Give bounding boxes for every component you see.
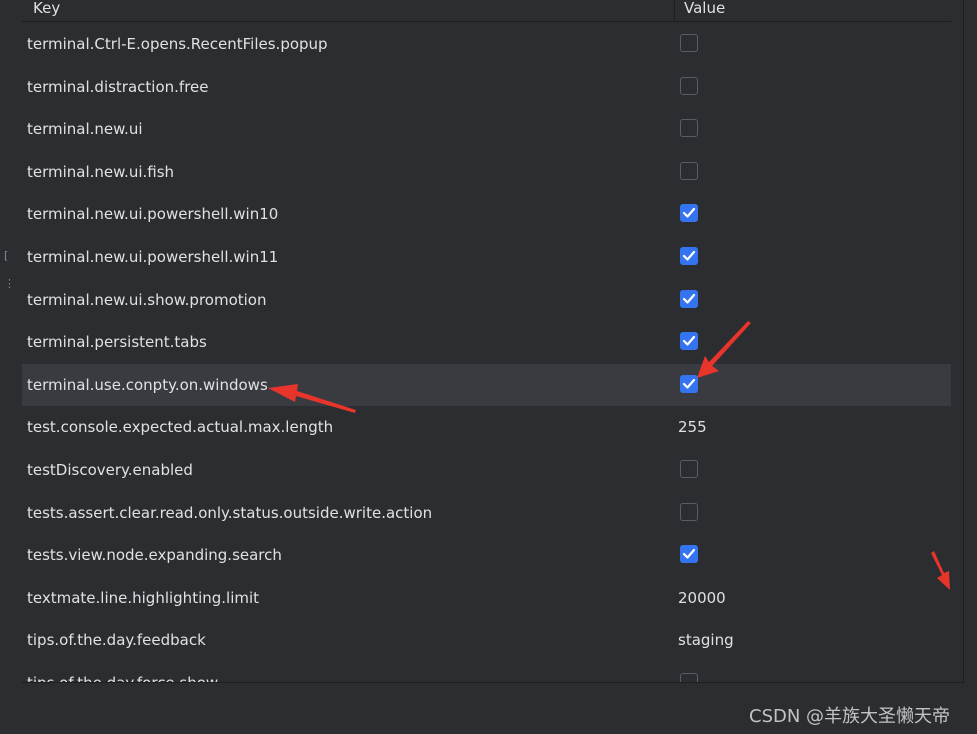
table-header: Key Value	[22, 0, 951, 22]
row-key: tests.view.node.expanding.search	[27, 546, 282, 564]
row-value[interactable]: staging	[678, 619, 734, 661]
row-key: tips.of.the.day.feedback	[27, 631, 206, 649]
gutter-drag-handle-icon[interactable]: ⋮	[4, 278, 15, 289]
registry-table: Key Value terminal.Ctrl-E.opens.RecentFi…	[22, 0, 964, 683]
row-key: terminal.new.ui.show.promotion	[27, 291, 267, 309]
row-key: terminal.Ctrl-E.opens.RecentFiles.popup	[27, 35, 328, 53]
checkmark-icon	[682, 207, 696, 218]
table-row[interactable]: testDiscovery.enabled	[22, 449, 951, 491]
row-key: terminal.use.conpty.on.windows	[27, 376, 268, 394]
row-key: terminal.persistent.tabs	[27, 333, 207, 351]
value-checkbox[interactable]	[680, 460, 698, 478]
table-row[interactable]: terminal.new.ui	[22, 108, 951, 150]
table-row[interactable]: tips.of.the.day.force.show	[22, 662, 951, 683]
table-row[interactable]: terminal.distraction.free	[22, 66, 951, 108]
row-key: terminal.new.ui.fish	[27, 163, 175, 181]
value-checkbox-checked[interactable]	[680, 290, 698, 308]
value-checkbox-checked[interactable]	[680, 204, 698, 222]
value-checkbox[interactable]	[680, 503, 698, 521]
column-header-key[interactable]: Key	[33, 0, 60, 21]
value-checkbox[interactable]	[680, 673, 698, 682]
row-value[interactable]: 20000	[678, 577, 726, 619]
checkmark-icon	[682, 293, 696, 304]
checkmark-icon	[682, 335, 696, 346]
row-value[interactable]: 255	[678, 406, 707, 448]
row-key: tests.assert.clear.read.only.status.outs…	[27, 504, 433, 522]
value-checkbox[interactable]	[680, 162, 698, 180]
table-row[interactable]: terminal.new.ui.show.promotion	[22, 279, 951, 321]
value-checkbox-checked[interactable]	[680, 332, 698, 350]
column-header-value[interactable]: Value	[684, 0, 725, 21]
row-key: test.console.expected.actual.max.length	[27, 418, 334, 436]
value-checkbox-checked[interactable]	[680, 375, 698, 393]
row-key: testDiscovery.enabled	[27, 461, 193, 479]
table-row[interactable]: terminal.Ctrl-E.opens.RecentFiles.popup	[22, 23, 951, 65]
value-checkbox-checked[interactable]	[680, 247, 698, 265]
table-row[interactable]: terminal.persistent.tabs	[22, 321, 951, 363]
value-checkbox[interactable]	[680, 34, 698, 52]
checkmark-icon	[682, 378, 696, 389]
row-key: terminal.new.ui	[27, 120, 143, 138]
table-row[interactable]: tips.of.the.day.feedback staging	[22, 619, 951, 661]
table-row[interactable]: test.console.expected.actual.max.length 2…	[22, 406, 951, 448]
value-checkbox[interactable]	[680, 77, 698, 95]
checkmark-icon	[682, 250, 696, 261]
watermark: CSDN @羊族大圣懒天帝	[749, 706, 951, 727]
value-checkbox[interactable]	[680, 119, 698, 137]
row-key: terminal.new.ui.powershell.win10	[27, 205, 279, 223]
table-row[interactable]: tests.view.node.expanding.search	[22, 534, 951, 576]
table-row[interactable]: textmate.line.highlighting.limit 20000	[22, 577, 951, 619]
left-gutter: [ ⋮	[0, 0, 22, 734]
row-key: tips.of.the.day.force.show	[27, 674, 219, 683]
table-row[interactable]: terminal.new.ui.fish	[22, 151, 951, 193]
column-separator[interactable]	[674, 0, 675, 21]
table-row[interactable]: terminal.new.ui.powershell.win10	[22, 193, 951, 235]
registry-window: [ ⋮ Key Value terminal.Ctrl-E.opens.Rece…	[0, 0, 977, 734]
gutter-bracket-icon: [	[4, 249, 9, 262]
table-row[interactable]: terminal.new.ui.powershell.win11	[22, 236, 951, 278]
row-key: terminal.new.ui.powershell.win11	[27, 248, 279, 266]
row-key: textmate.line.highlighting.limit	[27, 589, 260, 607]
checkmark-icon	[682, 548, 696, 559]
row-key: terminal.distraction.free	[27, 78, 209, 96]
table-row[interactable]: tests.assert.clear.read.only.status.outs…	[22, 492, 951, 534]
value-checkbox-checked[interactable]	[680, 545, 698, 563]
table-row[interactable]: terminal.use.conpty.on.windows	[22, 364, 951, 406]
